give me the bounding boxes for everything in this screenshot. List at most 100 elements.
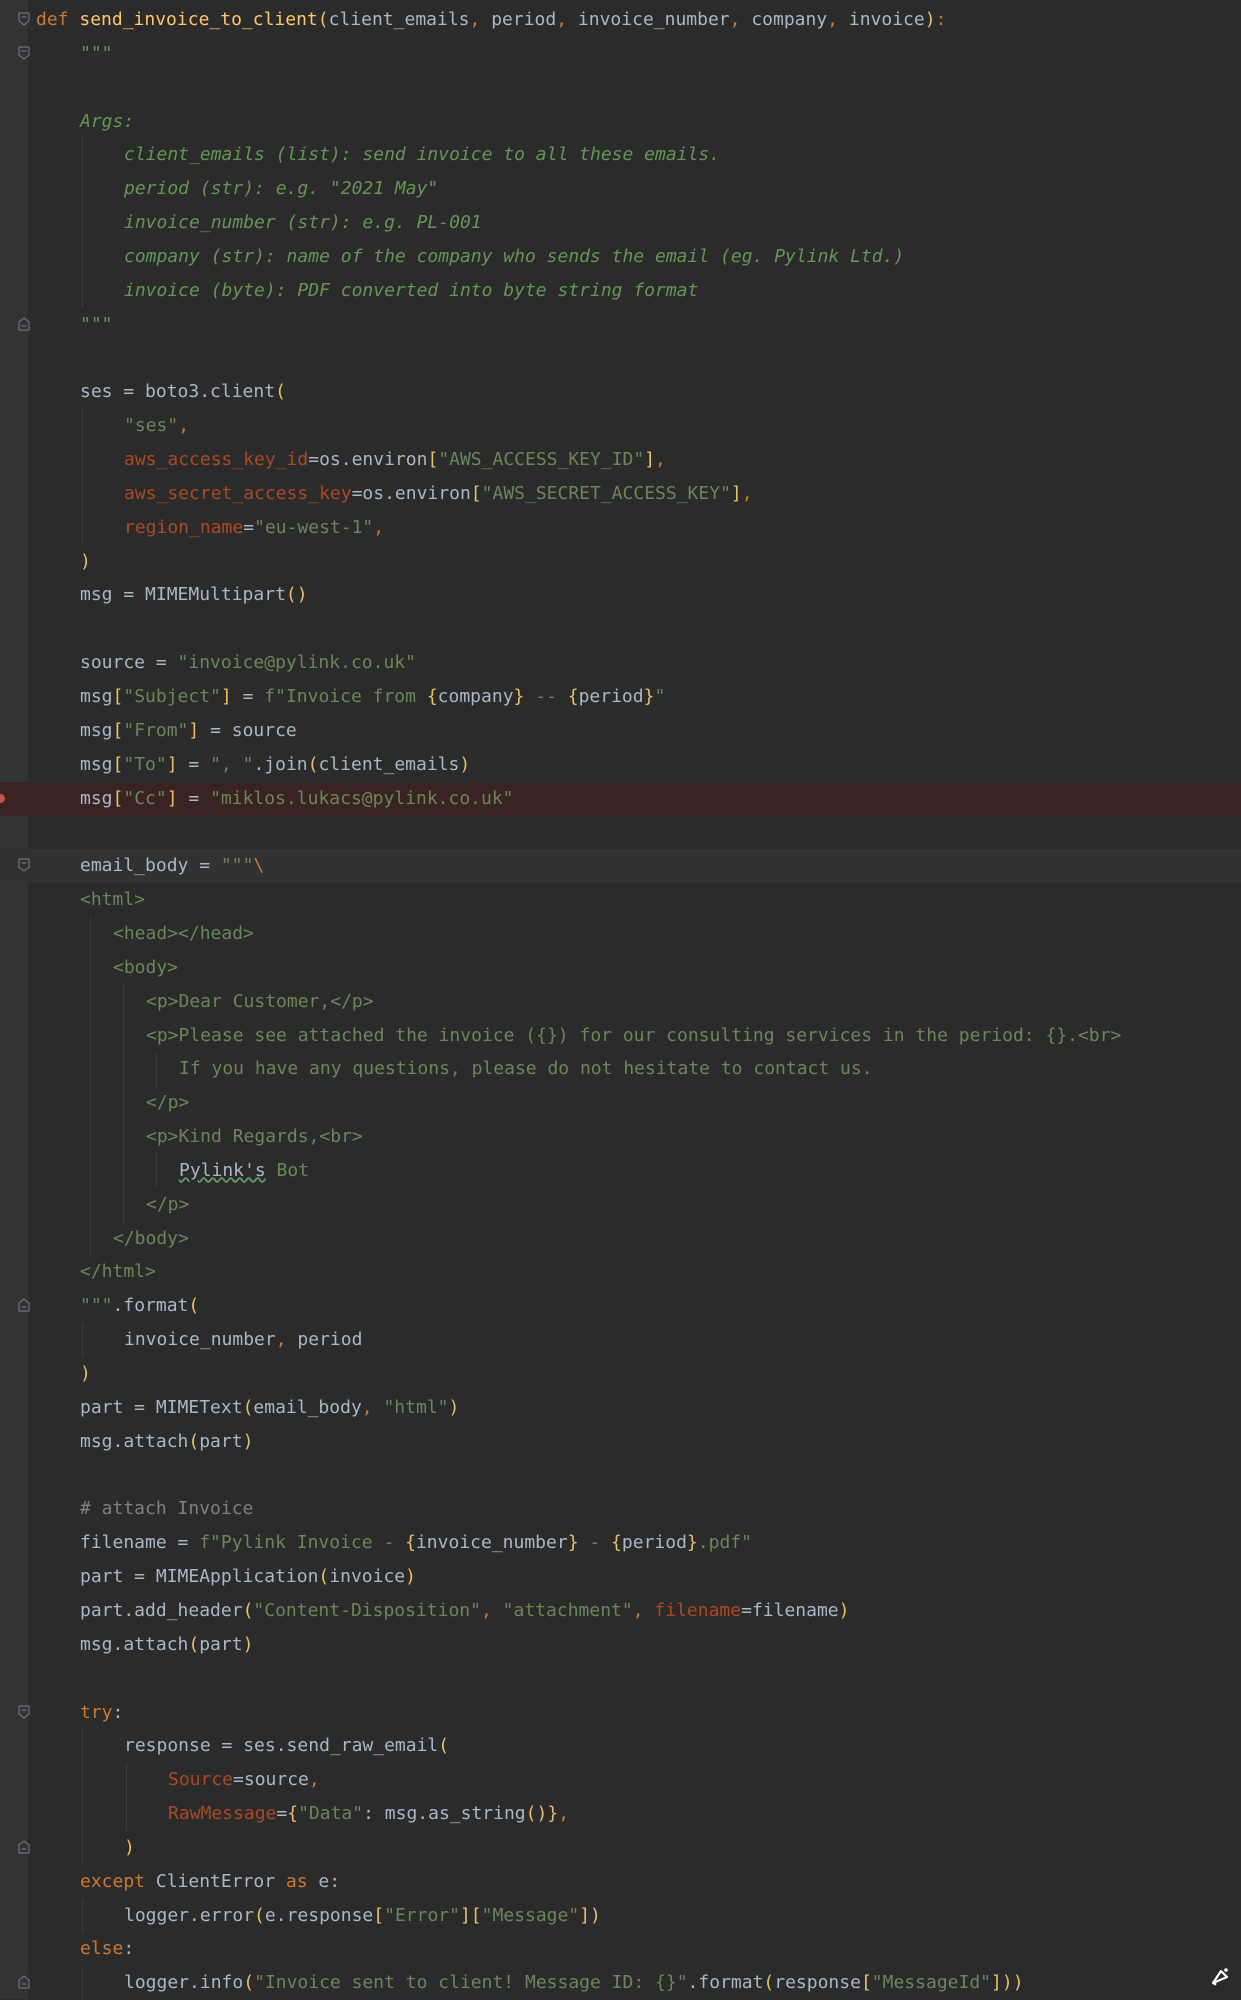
- code-text[interactable]: msg.attach(part): [80, 1628, 253, 1662]
- code-text[interactable]: msg.attach(part): [80, 1425, 253, 1459]
- code-line[interactable]: invoice_number, period: [0, 1323, 1241, 1358]
- ai-assistant-icon[interactable]: [1209, 1965, 1231, 1987]
- code-line[interactable]: period (str): e.g. "2021 May": [0, 172, 1241, 207]
- code-text[interactable]: invoice (byte): PDF converted into byte …: [124, 274, 698, 308]
- code-text[interactable]: msg["To"] = ", ".join(client_emails): [80, 748, 470, 782]
- fold-close-icon[interactable]: [18, 1975, 30, 1989]
- code-line[interactable]: [0, 1459, 1241, 1493]
- code-text[interactable]: logger.error(e.response["Error"]["Messag…: [124, 1899, 601, 1933]
- code-text[interactable]: region_name="eu-west-1",: [124, 511, 384, 545]
- code-line[interactable]: ): [0, 1357, 1241, 1391]
- code-text[interactable]: invoice_number (str): e.g. PL-001: [124, 206, 482, 240]
- code-text[interactable]: part.add_header("Content-Disposition", "…: [80, 1594, 850, 1628]
- code-line[interactable]: def send_invoice_to_client(client_emails…: [0, 3, 1241, 37]
- code-text[interactable]: If you have any questions, please do not…: [179, 1052, 873, 1086]
- code-text[interactable]: <body>: [113, 951, 178, 985]
- code-text[interactable]: Args:: [80, 105, 134, 139]
- code-line[interactable]: aws_access_key_id=os.environ["AWS_ACCESS…: [0, 443, 1241, 478]
- code-line[interactable]: msg = MIMEMultipart(): [0, 578, 1241, 612]
- code-line[interactable]: [0, 815, 1241, 849]
- code-text[interactable]: invoice_number, period: [124, 1323, 362, 1357]
- code-line[interactable]: [0, 71, 1241, 105]
- code-text[interactable]: email_body = """\: [80, 849, 264, 883]
- fold-open-icon[interactable]: [18, 858, 30, 872]
- code-text[interactable]: msg["Subject"] = f"Invoice from {company…: [80, 680, 665, 714]
- code-editor[interactable]: def send_invoice_to_client(client_emails…: [0, 0, 1241, 2000]
- code-line[interactable]: If you have any questions, please do not…: [0, 1052, 1241, 1087]
- code-text[interactable]: # attach Invoice: [80, 1492, 253, 1526]
- code-text[interactable]: "ses",: [124, 409, 189, 443]
- code-text[interactable]: aws_access_key_id=os.environ["AWS_ACCESS…: [124, 443, 666, 477]
- code-line[interactable]: [0, 1662, 1241, 1696]
- code-text[interactable]: ): [80, 1357, 91, 1391]
- code-text[interactable]: <p>Please see attached the invoice ({}) …: [146, 1019, 1121, 1053]
- code-text[interactable]: """.format(: [80, 1289, 199, 1323]
- code-line[interactable]: <p>Kind Regards,<br>: [0, 1120, 1241, 1155]
- code-text[interactable]: msg["Cc"] = "miklos.lukacs@pylink.co.uk": [80, 782, 514, 816]
- code-line[interactable]: </body>: [0, 1221, 1241, 1256]
- code-text[interactable]: period (str): e.g. "2021 May": [124, 172, 438, 206]
- code-text[interactable]: </p>: [146, 1188, 189, 1222]
- code-line[interactable]: <p>Please see attached the invoice ({}) …: [0, 1018, 1241, 1053]
- code-line[interactable]: email_body = """\: [0, 849, 1241, 884]
- code-text[interactable]: """: [80, 37, 113, 71]
- code-line[interactable]: part = MIMEApplication(invoice): [0, 1560, 1241, 1594]
- code-line[interactable]: """.format(: [0, 1289, 1241, 1323]
- code-text[interactable]: <p>Dear Customer,</p>: [146, 985, 374, 1019]
- code-line[interactable]: <head></head>: [0, 916, 1241, 951]
- code-line[interactable]: response = ses.send_raw_email(: [0, 1729, 1241, 1764]
- code-text[interactable]: source = "invoice@pylink.co.uk": [80, 646, 416, 680]
- code-line[interactable]: part = MIMEText(email_body, "html"): [0, 1391, 1241, 1425]
- code-text[interactable]: <html>: [80, 883, 145, 917]
- code-text[interactable]: else:: [80, 1932, 134, 1966]
- code-text[interactable]: try:: [80, 1696, 123, 1730]
- code-line[interactable]: msg["Cc"] = "miklos.lukacs@pylink.co.uk": [0, 781, 1241, 816]
- code-line[interactable]: part.add_header("Content-Disposition", "…: [0, 1594, 1241, 1628]
- code-text[interactable]: logger.info("Invoice sent to client! Mes…: [124, 1966, 1024, 2000]
- code-text[interactable]: </body>: [113, 1222, 189, 1256]
- code-text[interactable]: Pylink's Bot: [179, 1154, 309, 1188]
- code-line[interactable]: """: [0, 308, 1241, 342]
- code-line[interactable]: # attach Invoice: [0, 1492, 1241, 1526]
- code-line[interactable]: ses = boto3.client(: [0, 375, 1241, 409]
- code-text[interactable]: part = MIMEText(email_body, "html"): [80, 1391, 459, 1425]
- code-line[interactable]: try:: [0, 1696, 1241, 1730]
- fold-close-icon[interactable]: [18, 317, 30, 331]
- code-line[interactable]: else:: [0, 1932, 1241, 1966]
- code-text[interactable]: msg = MIMEMultipart(): [80, 578, 308, 612]
- fold-close-icon[interactable]: [18, 1840, 30, 1854]
- code-text[interactable]: <head></head>: [113, 917, 254, 951]
- code-text[interactable]: ): [80, 545, 91, 579]
- code-line[interactable]: <p>Dear Customer,</p>: [0, 984, 1241, 1019]
- code-line[interactable]: filename = f"Pylink Invoice - {invoice_n…: [0, 1526, 1241, 1560]
- code-text[interactable]: </html>: [80, 1255, 156, 1289]
- code-text[interactable]: ): [124, 1831, 135, 1865]
- code-line[interactable]: except ClientError as e:: [0, 1865, 1241, 1899]
- code-line[interactable]: """: [0, 37, 1241, 71]
- code-line[interactable]: [0, 342, 1241, 376]
- code-line[interactable]: msg.attach(part): [0, 1425, 1241, 1459]
- code-line[interactable]: Source=source,: [0, 1763, 1241, 1798]
- fold-open-icon[interactable]: [18, 12, 30, 26]
- code-line[interactable]: msg.attach(part): [0, 1628, 1241, 1662]
- fold-open-icon[interactable]: [18, 1705, 30, 1719]
- code-line[interactable]: source = "invoice@pylink.co.uk": [0, 646, 1241, 680]
- code-line[interactable]: logger.error(e.response["Error"]["Messag…: [0, 1898, 1241, 1933]
- code-line[interactable]: aws_secret_access_key=os.environ["AWS_SE…: [0, 476, 1241, 511]
- code-line[interactable]: <html>: [0, 883, 1241, 917]
- code-line[interactable]: </p>: [0, 1086, 1241, 1121]
- code-text[interactable]: msg["From"] = source: [80, 714, 297, 748]
- code-line[interactable]: </html>: [0, 1255, 1241, 1289]
- code-line[interactable]: </p>: [0, 1187, 1241, 1222]
- code-line[interactable]: <body>: [0, 950, 1241, 985]
- code-text[interactable]: def send_invoice_to_client(client_emails…: [36, 3, 946, 37]
- code-text[interactable]: Source=source,: [168, 1763, 320, 1797]
- code-text[interactable]: client_emails (list): send invoice to al…: [124, 138, 720, 172]
- code-line[interactable]: ): [0, 545, 1241, 579]
- breakpoint-icon[interactable]: [0, 793, 5, 803]
- code-line[interactable]: msg["To"] = ", ".join(client_emails): [0, 748, 1241, 782]
- code-line[interactable]: company (str): name of the company who s…: [0, 239, 1241, 274]
- code-text[interactable]: RawMessage={"Data": msg.as_string()},: [168, 1797, 569, 1831]
- code-line[interactable]: RawMessage={"Data": msg.as_string()},: [0, 1797, 1241, 1832]
- code-text[interactable]: filename = f"Pylink Invoice - {invoice_n…: [80, 1526, 752, 1560]
